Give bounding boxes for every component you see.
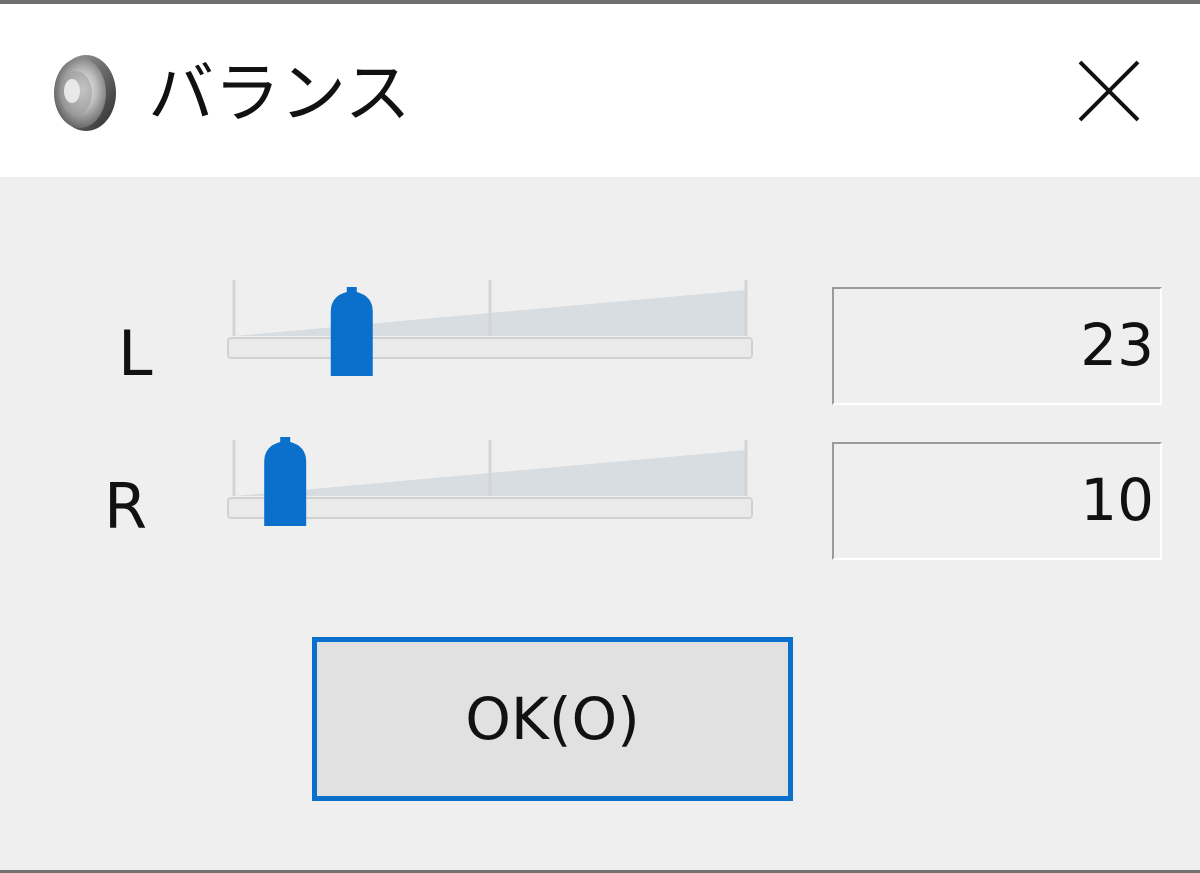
ok-button[interactable]: OK(O)	[312, 637, 793, 801]
right-channel-label: R	[104, 470, 148, 543]
close-icon[interactable]	[1062, 44, 1158, 140]
dialog-content: L 23 R 10 OK(O)	[0, 177, 1200, 870]
left-balance-slider[interactable]	[222, 272, 762, 382]
title-bar: バランス	[0, 4, 1200, 177]
right-slider-thumb[interactable]	[264, 437, 307, 526]
left-slider-thumb[interactable]	[330, 287, 373, 376]
left-value-field[interactable]: 23	[832, 287, 1162, 405]
balance-dialog: バランス L 23 R 10 OK(O)	[0, 0, 1200, 873]
right-balance-slider[interactable]	[222, 432, 762, 542]
left-channel-label: L	[118, 317, 153, 390]
dialog-title: バランス	[148, 55, 411, 132]
speaker-icon	[54, 55, 116, 131]
right-value-field[interactable]: 10	[832, 442, 1162, 560]
